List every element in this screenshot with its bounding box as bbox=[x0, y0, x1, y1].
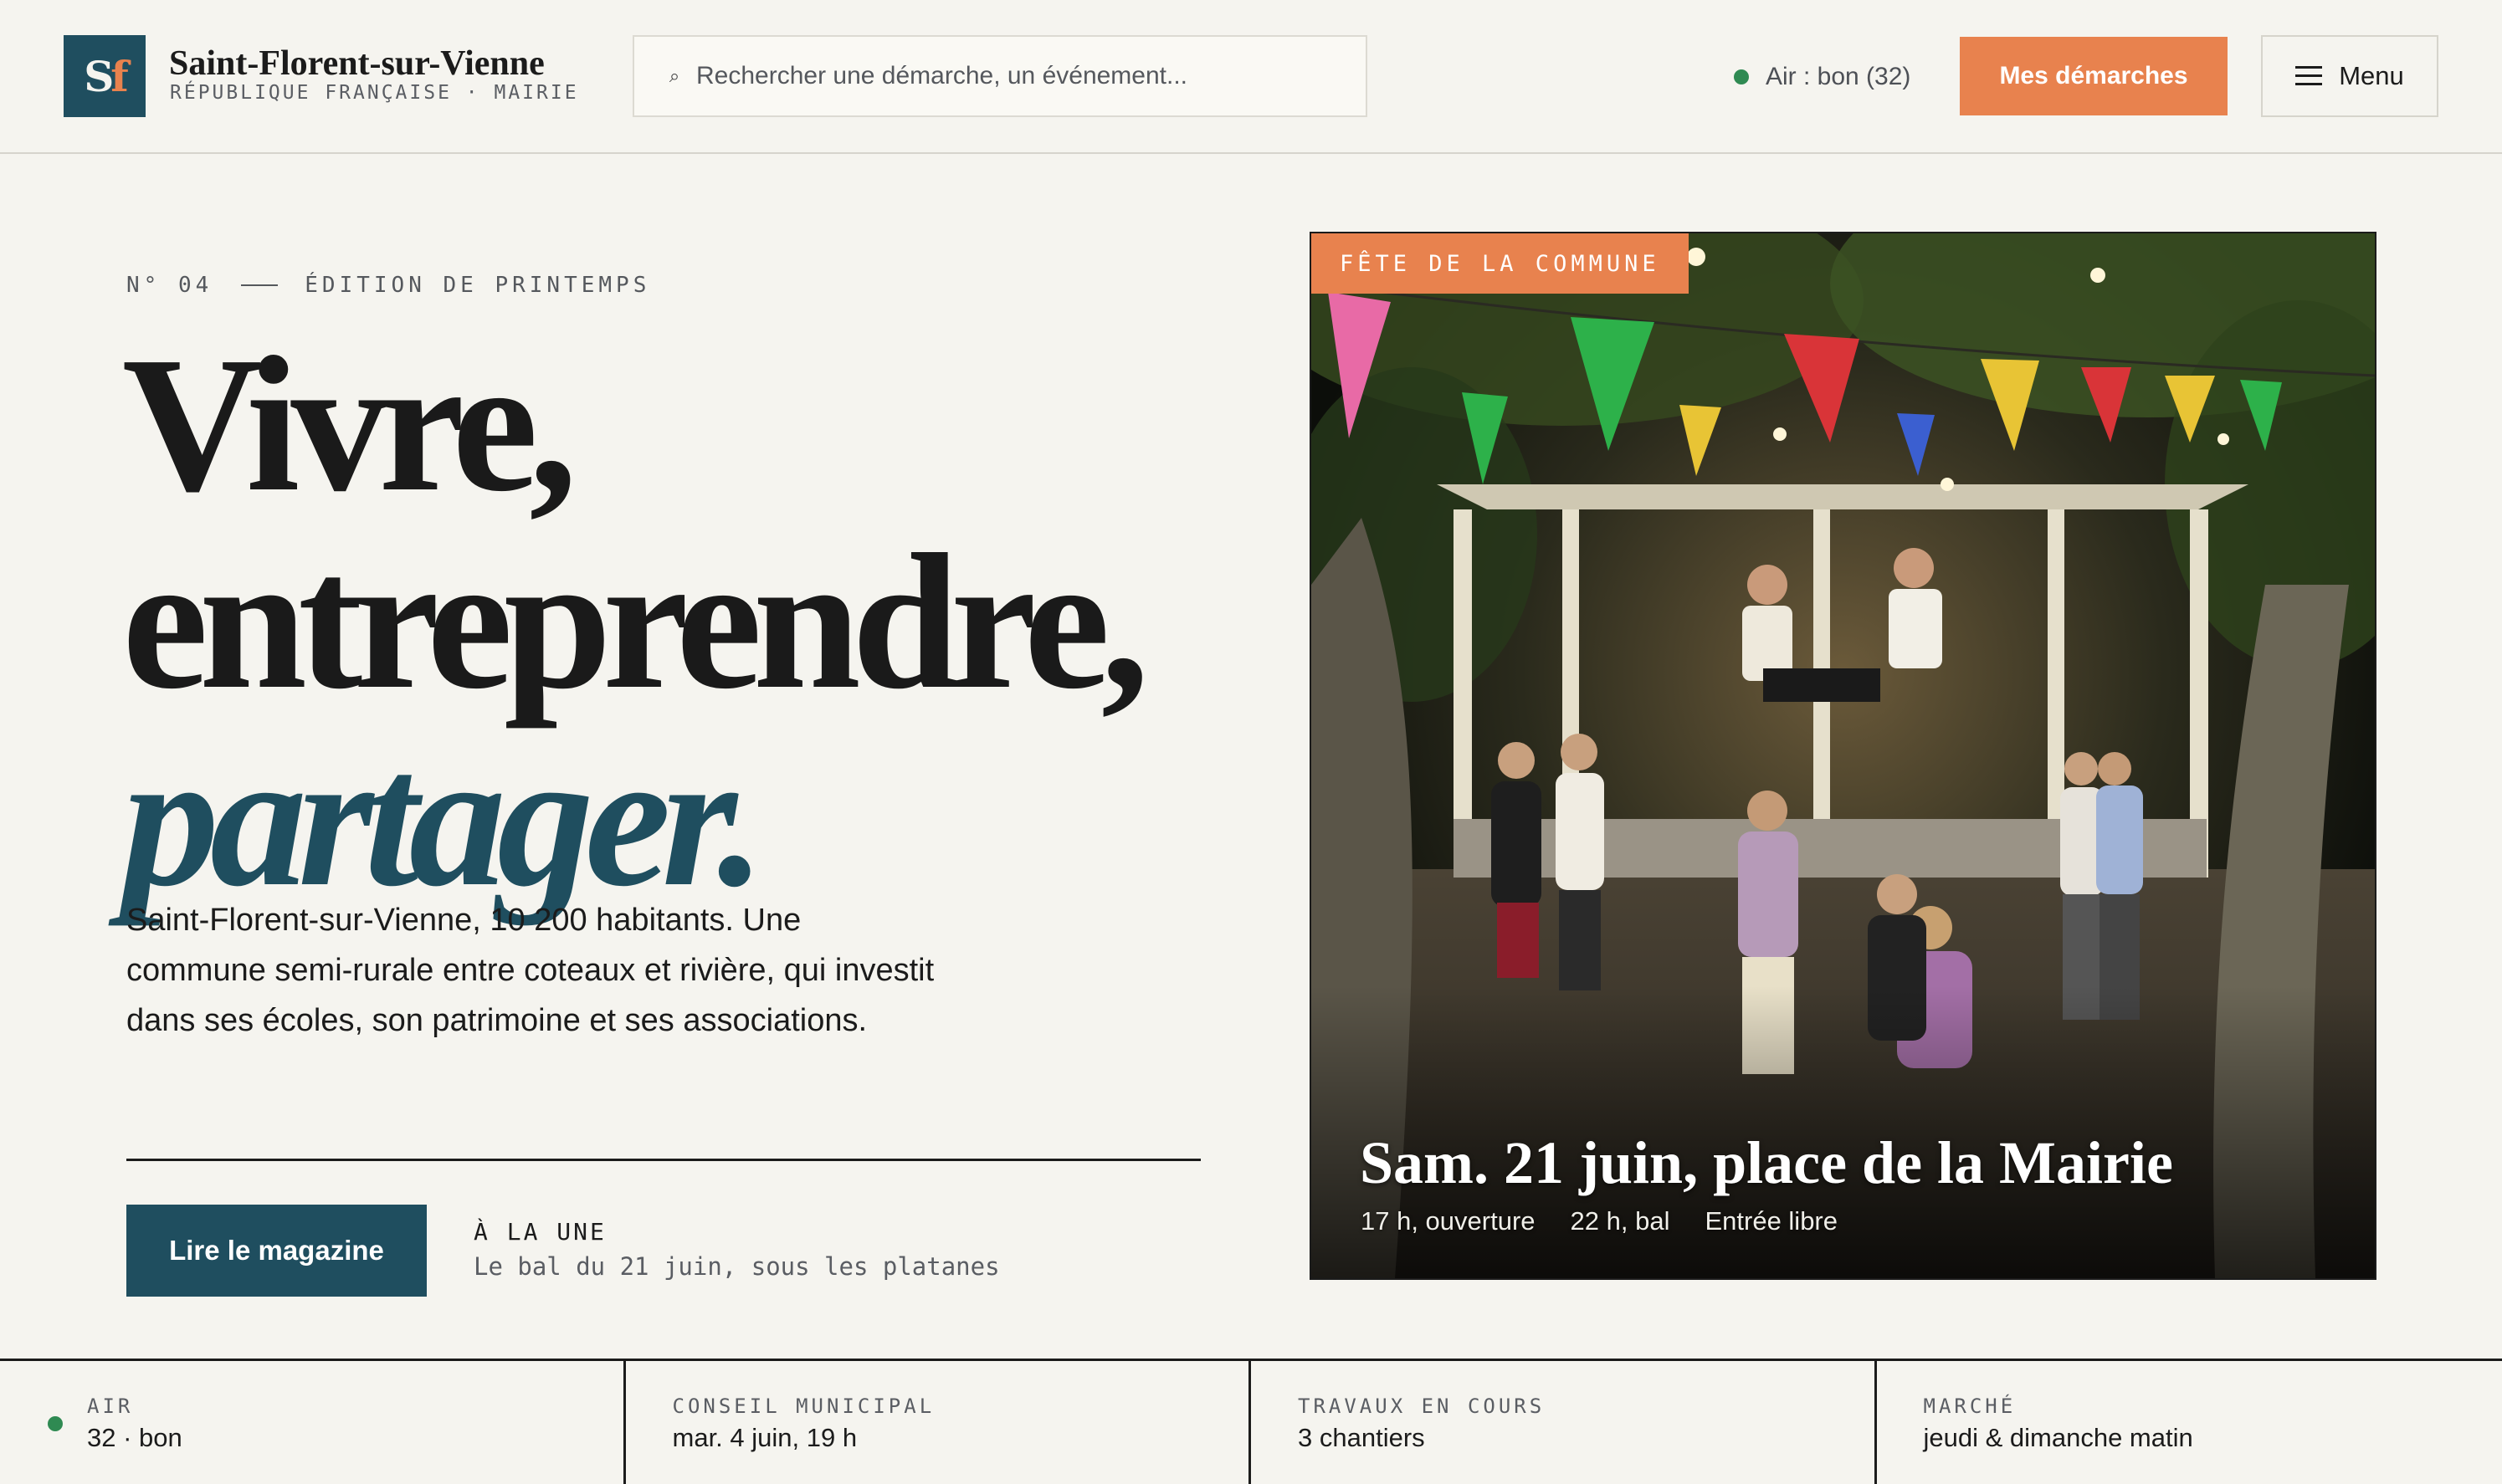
info-market-value: jeudi & dimanche matin bbox=[1923, 1423, 2193, 1452]
menu-button-label: Menu bbox=[2339, 61, 2404, 90]
hero-lede: Saint-Florent-sur-Vienne, 10 200 habitan… bbox=[126, 903, 935, 1038]
info-market-label: MARCHÉ bbox=[1923, 1394, 2017, 1418]
menu-button[interactable]: Menu bbox=[2261, 35, 2438, 117]
site-header: Sf Saint-Florent-sur-Vienne RÉPUBLIQUE F… bbox=[0, 0, 2502, 154]
info-air-value: 32 · bon bbox=[87, 1423, 182, 1452]
status-dot-icon bbox=[1734, 69, 1749, 84]
site-logo[interactable]: Sf bbox=[64, 35, 146, 117]
hamburger-icon bbox=[2295, 66, 2323, 86]
headline-line-2: entreprendre, bbox=[122, 514, 1150, 729]
logo-letter-s: S bbox=[84, 51, 114, 101]
info-council-value: mar. 4 juin, 19 h bbox=[672, 1423, 858, 1452]
info-council-label: CONSEIL MUNICIPAL bbox=[672, 1394, 936, 1418]
info-market[interactable]: MARCHÉ jeudi & dimanche matin bbox=[1877, 1361, 2502, 1484]
kicker-divider bbox=[241, 284, 279, 286]
event-category-tag: FÊTE DE LA COMMUNE bbox=[1311, 233, 1689, 294]
event-meta-opening: 17 h, ouverture bbox=[1361, 1206, 1536, 1236]
air-quality-status: Air : bon (32) bbox=[1734, 59, 1910, 95]
air-quality-text: Air : bon (32) bbox=[1766, 63, 1911, 90]
feature-photo-card[interactable]: FÊTE DE LA COMMUNE Sam. 21 juin, place d… bbox=[1310, 232, 2376, 1280]
info-works[interactable]: TRAVAUX EN COURS 3 chantiers bbox=[1251, 1361, 1877, 1484]
issue-kicker: N° 04 ÉDITION DE PRINTEMPS bbox=[126, 273, 650, 298]
read-magazine-button[interactable]: Lire le magazine bbox=[126, 1205, 427, 1297]
info-air[interactable]: AIR 32 · bon bbox=[0, 1361, 626, 1484]
site-subtitle: RÉPUBLIQUE FRANÇAISE · MAIRIE bbox=[170, 82, 579, 104]
headline-line-3: partager. bbox=[122, 712, 766, 927]
info-works-label: TRAVAUX EN COURS bbox=[1298, 1394, 1546, 1418]
festival-photo bbox=[1311, 233, 2375, 1278]
status-dot-icon bbox=[48, 1416, 63, 1431]
info-council[interactable]: CONSEIL MUNICIPAL mar. 4 juin, 19 h bbox=[626, 1361, 1251, 1484]
search-icon: ⌕ bbox=[669, 65, 680, 86]
headline-line-1: Vivre, bbox=[122, 317, 577, 532]
event-meta: 17 h, ouverture 22 h, bal Entrée libre bbox=[1361, 1206, 1838, 1236]
headline-news-link[interactable]: Le bal du 21 juin, sous les platanes bbox=[474, 1252, 1000, 1281]
info-air-label: AIR bbox=[87, 1394, 134, 1418]
site-name[interactable]: Saint-Florent-sur-Vienne bbox=[169, 43, 545, 84]
hero-divider bbox=[126, 1159, 1201, 1161]
event-meta-entry: Entrée libre bbox=[1705, 1206, 1838, 1236]
search-input[interactable] bbox=[696, 62, 1349, 90]
info-works-value: 3 chantiers bbox=[1298, 1423, 1425, 1452]
issue-edition: ÉDITION DE PRINTEMPS bbox=[305, 273, 651, 298]
event-title: Sam. 21 juin, place de la Mairie bbox=[1360, 1129, 2173, 1196]
logo-letter-f: f bbox=[110, 51, 128, 101]
search-box[interactable]: ⌕ bbox=[633, 35, 1367, 117]
info-strip: AIR 32 · bon CONSEIL MUNICIPAL mar. 4 ju… bbox=[0, 1359, 2502, 1484]
hero-headline: Vivre, entreprendre, partager. bbox=[122, 326, 1210, 919]
headline-news-label: À LA UNE bbox=[474, 1218, 607, 1246]
event-meta-ball: 22 h, bal bbox=[1570, 1206, 1670, 1236]
mes-demarches-button[interactable]: Mes démarches bbox=[1960, 37, 2228, 115]
issue-number: N° 04 bbox=[126, 273, 213, 298]
